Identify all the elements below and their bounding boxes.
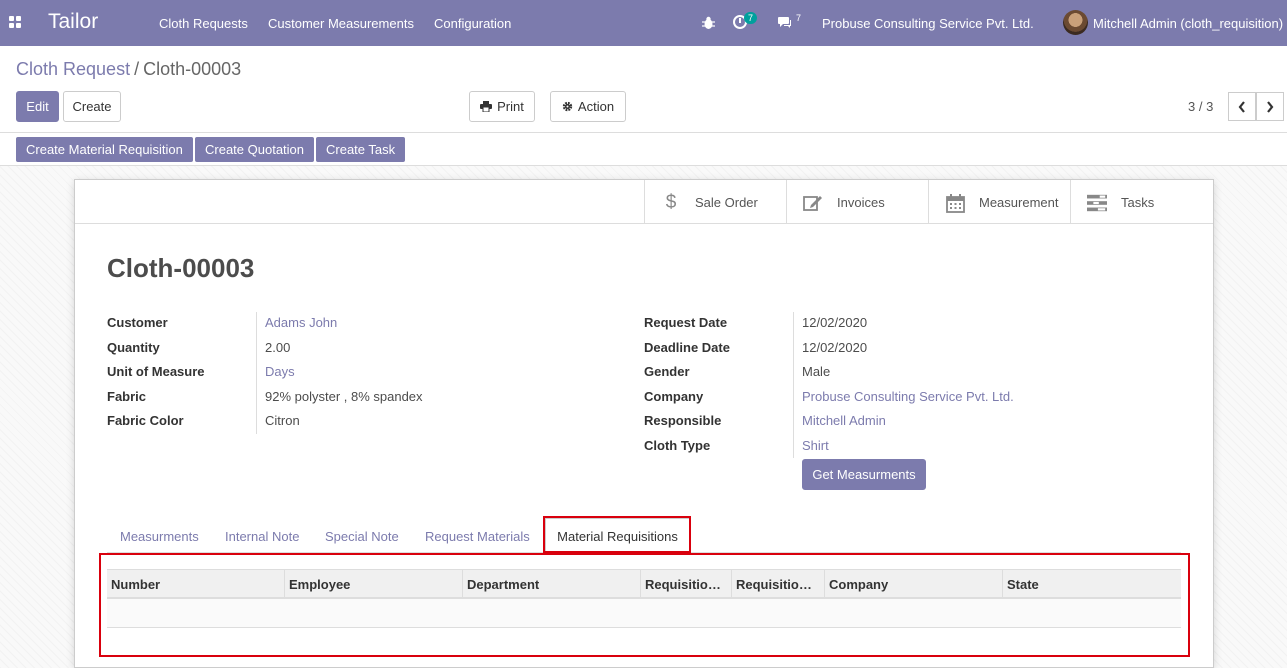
breadcrumb-current: Cloth-00003 — [143, 59, 242, 79]
dollar-icon: $ — [665, 192, 677, 213]
table-highlight-box — [99, 553, 1190, 657]
action-button[interactable]: Action — [550, 91, 626, 122]
invoices-label: Invoices — [837, 195, 885, 210]
pager-previous-button[interactable] — [1228, 92, 1256, 121]
edit-button[interactable]: Edit — [16, 91, 59, 122]
fabric-label: Fabric — [107, 389, 147, 404]
calendar-icon — [945, 193, 965, 213]
fabric-value: 92% polyster , 8% spandex — [265, 389, 423, 404]
measurement-smart-button[interactable]: Measurement — [928, 180, 1070, 224]
smart-buttons-row: $ Sale Order Invoices Measurement Tasks — [75, 180, 1213, 224]
chat-icon[interactable] — [778, 16, 792, 28]
tasks-label: Tasks — [1121, 195, 1155, 210]
pager-counter[interactable]: 3 / 3 — [1188, 99, 1213, 114]
responsible-label: Responsible — [644, 413, 722, 428]
left-group-divider — [256, 312, 257, 434]
chevron-left-icon — [1238, 100, 1245, 113]
gear-icon — [562, 101, 573, 112]
deadline-date-label: Deadline Date — [644, 340, 730, 355]
pager-next-button[interactable] — [1256, 92, 1284, 121]
activity-count-badge: 7 — [744, 12, 758, 24]
tab-internal-note[interactable]: Internal Note — [225, 529, 299, 544]
cloth-type-label: Cloth Type — [644, 438, 711, 453]
responsible-value[interactable]: Mitchell Admin — [802, 413, 886, 428]
request-date-value: 12/02/2020 — [802, 315, 868, 330]
app-brand[interactable]: Tailor — [48, 10, 98, 34]
action-button-label: Action — [577, 99, 615, 114]
menu-customer-measurements[interactable]: Customer Measurements — [268, 16, 414, 31]
company-label: Company — [644, 389, 704, 404]
tab-special-note[interactable]: Special Note — [325, 529, 399, 544]
sale-order-smart-button[interactable]: $ Sale Order — [644, 180, 786, 224]
gender-value: Male — [802, 364, 831, 379]
breadcrumb-parent[interactable]: Cloth Request — [16, 59, 130, 79]
create-task-button[interactable]: Create Task — [316, 137, 406, 162]
tab-measurments[interactable]: Measurments — [120, 529, 199, 544]
breadcrumb-separator: / — [134, 59, 140, 79]
right-group-divider — [793, 312, 794, 458]
create-material-requisition-button[interactable]: Create Material Requisition — [16, 137, 193, 162]
record-title: Cloth-00003 — [107, 253, 255, 283]
unit-of-measure-value[interactable]: Days — [265, 364, 295, 379]
user-menu[interactable]: Mitchell Admin (cloth_requisition) — [1093, 16, 1283, 31]
apps-menu-icon[interactable] — [9, 16, 23, 30]
sale-order-label: Sale Order — [695, 195, 758, 210]
invoices-smart-button[interactable]: Invoices — [786, 180, 928, 224]
deadline-date-value: 12/02/2020 — [802, 340, 868, 355]
chevron-right-icon — [1267, 100, 1274, 113]
menu-cloth-requests[interactable]: Cloth Requests — [159, 16, 248, 31]
tasks-icon — [1087, 193, 1107, 213]
breadcrumb: Cloth Request / Cloth-00003 — [16, 59, 241, 80]
create-quotation-button[interactable]: Create Quotation — [195, 137, 315, 162]
create-button-label: Create — [72, 99, 112, 114]
control-panel-divider — [0, 132, 1287, 133]
get-measurements-label: Get Measurments — [812, 467, 916, 482]
get-measurements-button[interactable]: Get Measurments — [802, 459, 926, 490]
user-avatar[interactable] — [1063, 10, 1088, 35]
customer-label: Customer — [107, 315, 168, 330]
company-value[interactable]: Probuse Consulting Service Pvt. Ltd. — [802, 389, 1014, 404]
cloth-type-value[interactable]: Shirt — [802, 438, 829, 453]
create-button[interactable]: Create — [63, 91, 121, 122]
bug-icon[interactable] — [702, 16, 715, 30]
menu-configuration[interactable]: Configuration — [434, 16, 511, 31]
company-switcher[interactable]: Probuse Consulting Service Pvt. Ltd. — [822, 16, 1034, 31]
request-date-label: Request Date — [644, 315, 728, 330]
measurement-label: Measurement — [979, 195, 1059, 210]
quantity-value: 2.00 — [265, 340, 291, 355]
tab-request-materials[interactable]: Request Materials — [425, 529, 530, 544]
edit-button-label: Edit — [26, 99, 49, 114]
messages-count-badge: 7 — [796, 13, 802, 23]
fabric-color-value: Citron — [265, 413, 300, 428]
unit-of-measure-label: Unit of Measure — [107, 364, 205, 379]
tab-highlight-box — [543, 516, 691, 553]
edit-icon — [803, 193, 823, 213]
print-button-label: Print — [497, 99, 524, 114]
print-button[interactable]: Print — [469, 91, 535, 122]
fabric-color-label: Fabric Color — [107, 413, 184, 428]
gender-label: Gender — [644, 364, 690, 379]
top-navbar: Tailor Cloth Requests Customer Measureme… — [0, 0, 1287, 46]
quantity-label: Quantity — [107, 340, 160, 355]
print-icon — [480, 101, 493, 112]
tasks-smart-button[interactable]: Tasks — [1070, 180, 1212, 224]
customer-value[interactable]: Adams John — [265, 315, 337, 330]
